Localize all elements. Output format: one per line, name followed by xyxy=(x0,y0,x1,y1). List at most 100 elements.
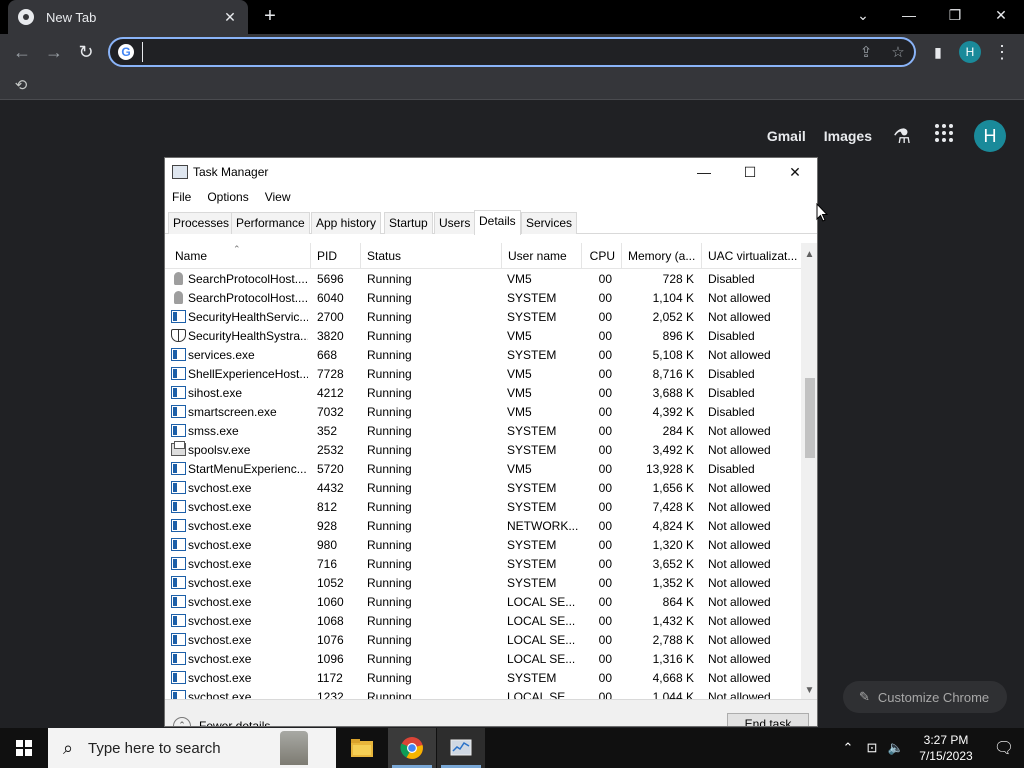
forward-button[interactable]: → xyxy=(40,38,68,66)
close-window-button[interactable]: ✕ xyxy=(978,0,1024,30)
tm-maximize-button[interactable]: ☐ xyxy=(727,158,773,188)
table-row[interactable]: StartMenuExperienc... 5720 Running VM5 00 13,… xyxy=(165,460,801,479)
minimize-button[interactable]: — xyxy=(886,0,932,30)
chrome-menu-icon[interactable]: ⋮ xyxy=(988,38,1016,66)
user-process-icon xyxy=(171,291,186,304)
table-row[interactable]: smss.exe 352 Running SYSTEM 00 284 K Not allow… xyxy=(165,422,801,441)
bookmark-star-icon[interactable]: ☆ xyxy=(888,43,908,63)
network-icon[interactable]: ⊡ xyxy=(860,740,884,756)
share-icon[interactable]: ⇪ xyxy=(856,43,876,63)
table-row[interactable]: svchost.exe 716 Running SYSTEM 00 3,652 K Not … xyxy=(165,555,801,574)
tab-performance[interactable]: Performance xyxy=(231,212,310,234)
taskbar-task-manager[interactable] xyxy=(437,728,485,768)
restore-button[interactable]: ❐ xyxy=(932,0,978,30)
end-task-button[interactable]: End task xyxy=(727,713,809,726)
google-apps-icon[interactable] xyxy=(932,123,956,149)
windows-taskbar: ⌕ Type here to search ⌃ ⊡ 🔈 3:27 PM 7/15… xyxy=(0,728,1024,768)
labs-flask-icon[interactable]: ⚗ xyxy=(890,124,914,149)
column-uac-virtualization[interactable]: UAC virtualizat... xyxy=(702,243,801,269)
back-button[interactable]: ← xyxy=(8,38,36,66)
notification-icon[interactable]: 🗨 xyxy=(984,738,1024,758)
table-row[interactable]: svchost.exe 1076 Running LOCAL SE... 00 2,788… xyxy=(165,631,801,650)
tab-close-icon[interactable]: ✕ xyxy=(222,9,238,26)
table-row[interactable]: SearchProtocolHost.... 5696 Running VM5 00 72… xyxy=(165,270,801,289)
table-row[interactable]: svchost.exe 928 Running NETWORK... 00 4,824 K… xyxy=(165,517,801,536)
shield-icon xyxy=(171,329,186,342)
volume-icon[interactable]: 🔈 xyxy=(884,740,908,756)
gmail-link[interactable]: Gmail xyxy=(767,128,806,144)
table-row[interactable]: svchost.exe 980 Running SYSTEM 00 1,320 K Not … xyxy=(165,536,801,555)
scrollbar-thumb[interactable] xyxy=(805,378,815,458)
address-bar[interactable]: G ⇪ ☆ xyxy=(108,37,916,67)
table-row[interactable]: svchost.exe 1096 Running LOCAL SE... 00 1,316… xyxy=(165,650,801,669)
table-row[interactable]: smartscreen.exe 7032 Running VM5 00 4,392 K Di… xyxy=(165,403,801,422)
scroll-down-arrow-icon[interactable]: ▼ xyxy=(801,682,817,699)
table-row[interactable]: svchost.exe 1052 Running SYSTEM 00 1,352 K Not… xyxy=(165,574,801,593)
tab-services[interactable]: Services xyxy=(521,212,578,234)
table-row[interactable]: SecurityHealthSystra... 3820 Running VM5 00 8… xyxy=(165,327,801,346)
menu-view[interactable]: View xyxy=(264,188,298,208)
column-name[interactable]: ⌃ Name xyxy=(165,243,311,269)
fewer-details-chevron-icon[interactable]: ⌃ xyxy=(173,717,191,726)
cell-user-name: SYSTEM xyxy=(507,538,557,552)
start-button[interactable] xyxy=(0,728,48,768)
ntp-account-avatar[interactable]: H xyxy=(974,120,1006,152)
tm-close-button[interactable]: ✕ xyxy=(772,158,817,188)
table-row[interactable]: svchost.exe 1060 Running LOCAL SE... 00 864 K… xyxy=(165,593,801,612)
cell-memory: 4,824 K xyxy=(652,519,694,533)
table-row[interactable]: svchost.exe 1068 Running LOCAL SE... 00 1,432… xyxy=(165,612,801,631)
fewer-details-link[interactable]: Fewer details xyxy=(199,719,270,726)
cell-user-name: SYSTEM xyxy=(507,443,557,457)
window-process-icon xyxy=(171,310,186,323)
tray-chevron-icon[interactable]: ⌃ xyxy=(836,740,860,756)
cell-pid: 2700 xyxy=(317,310,344,324)
customize-chrome-button[interactable]: ✎ Customize Chrome xyxy=(843,681,1007,713)
table-row[interactable]: services.exe 668 Running SYSTEM 00 5,108 K Not… xyxy=(165,346,801,365)
cell-uac: Not allowed xyxy=(708,633,771,647)
tab-search-icon[interactable]: ⌄ xyxy=(840,0,886,30)
tab-processes[interactable]: Processes xyxy=(168,212,235,234)
taskbar-clock[interactable]: 3:27 PM 7/15/2023 xyxy=(908,732,984,764)
column-user-name[interactable]: User name xyxy=(502,243,582,269)
cell-uac: Not allowed xyxy=(708,538,771,552)
table-row[interactable]: svchost.exe 1232 Running LOCAL SE... 00 1,044… xyxy=(165,688,801,699)
tab-app-history[interactable]: App history xyxy=(311,212,382,234)
history-icon[interactable]: ⟲ xyxy=(12,76,30,94)
table-row[interactable]: ShellExperienceHost.... 7728 Running VM5 00 8… xyxy=(165,365,801,384)
scroll-up-arrow-icon[interactable]: ▲ xyxy=(801,246,817,263)
table-row[interactable]: SecurityHealthServic... 2700 Running SYSTEM… xyxy=(165,308,801,327)
omnibox-input[interactable] xyxy=(142,42,842,62)
cell-cpu: 00 xyxy=(598,310,612,324)
tab-details[interactable]: Details xyxy=(474,210,521,235)
profile-avatar[interactable]: H xyxy=(959,41,981,63)
column-status[interactable]: Status xyxy=(361,243,502,269)
column-cpu[interactable]: CPU xyxy=(582,243,622,269)
column-memory[interactable]: Memory (a... xyxy=(622,243,702,269)
new-tab-button[interactable]: + xyxy=(258,5,282,29)
cell-status: Running xyxy=(367,576,412,590)
tm-minimize-button[interactable]: — xyxy=(681,158,727,188)
images-link[interactable]: Images xyxy=(824,128,872,144)
tab-startup[interactable]: Startup xyxy=(384,212,433,234)
taskbar-chrome[interactable] xyxy=(388,728,436,768)
table-row[interactable]: svchost.exe 1172 Running SYSTEM 00 4,668 K Not… xyxy=(165,669,801,688)
table-row[interactable]: spoolsv.exe 2532 Running SYSTEM 00 3,492 K Not… xyxy=(165,441,801,460)
task-manager-titlebar[interactable]: Task Manager — ☐ ✕ xyxy=(165,158,817,188)
table-row[interactable]: SearchProtocolHost.... 6040 Running SYSTEM 0… xyxy=(165,289,801,308)
tab-users[interactable]: Users xyxy=(434,212,476,234)
side-panel-icon[interactable]: ▮ xyxy=(924,38,952,66)
column-pid[interactable]: PID xyxy=(311,243,361,269)
table-row[interactable]: svchost.exe 4432 Running SYSTEM 00 1,656 K Not… xyxy=(165,479,801,498)
table-row[interactable]: svchost.exe 812 Running SYSTEM 00 7,428 K Not … xyxy=(165,498,801,517)
details-scrollbar[interactable]: ▲ ▼ xyxy=(801,243,817,699)
taskbar-search-box[interactable]: ⌕ Type here to search xyxy=(48,728,336,768)
table-row[interactable]: sihost.exe 4212 Running VM5 00 3,688 K Disable… xyxy=(165,384,801,403)
cell-uac: Not allowed xyxy=(708,291,771,305)
menu-options[interactable]: Options xyxy=(206,188,255,208)
tab-new-tab[interactable]: New Tab ✕ xyxy=(8,0,248,34)
reload-button[interactable]: ↻ xyxy=(72,38,100,66)
taskbar-file-explorer[interactable] xyxy=(338,728,386,768)
cell-cpu: 00 xyxy=(598,272,612,286)
menu-file[interactable]: File xyxy=(171,188,198,208)
cell-memory: 2,788 K xyxy=(652,633,694,647)
